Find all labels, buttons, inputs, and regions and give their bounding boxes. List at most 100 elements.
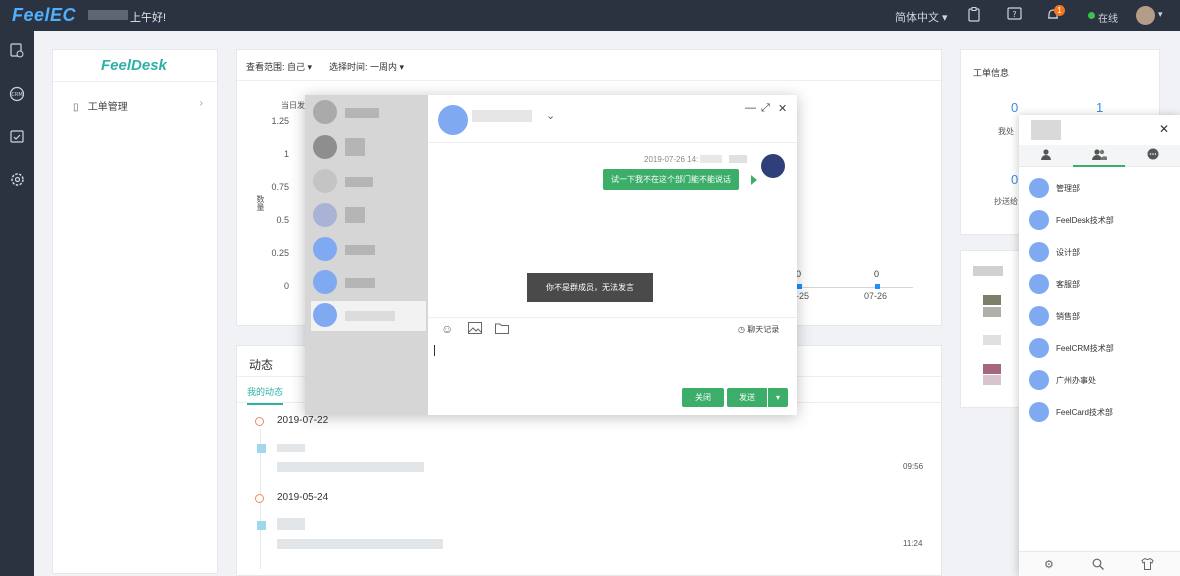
department-item[interactable]: 广州办事处	[1029, 370, 1174, 394]
entry-date: 2019-05-24	[277, 492, 329, 503]
close-icon[interactable]: ✕	[778, 102, 787, 115]
timeline-dot	[255, 494, 264, 503]
dynamics-title: 动态	[249, 358, 274, 372]
group-avatar-icon	[1029, 178, 1049, 198]
data-label: 0	[874, 269, 880, 279]
group-avatar-icon	[438, 105, 468, 135]
work-order-count[interactable]: 1	[1096, 100, 1103, 115]
entry-blurred-title	[277, 518, 305, 530]
conversation-item[interactable]	[311, 201, 426, 231]
contacts-tabs	[1019, 145, 1180, 167]
message-bubble: 试一下我不在这个部门能不能说话	[603, 169, 739, 190]
conversation-item-selected[interactable]	[311, 301, 426, 331]
chart-title: 当日发	[281, 101, 305, 110]
department-item[interactable]: FeelCard技术部	[1029, 402, 1174, 426]
image-icon[interactable]	[468, 322, 482, 337]
department-item[interactable]: 销售部	[1029, 306, 1174, 330]
notification-badge: 1	[1054, 5, 1065, 16]
work-order-count[interactable]: 0	[1011, 172, 1018, 187]
folder-icon[interactable]	[495, 322, 509, 337]
entry-marker	[257, 521, 266, 530]
minimize-icon[interactable]: —	[745, 102, 756, 114]
conversation-item[interactable]	[311, 167, 426, 197]
avatar	[313, 169, 337, 193]
group-avatar-icon	[313, 270, 337, 294]
chat-name-blurred	[472, 110, 532, 122]
message-input[interactable]	[428, 341, 797, 385]
divider	[53, 81, 217, 82]
avatar	[313, 100, 337, 124]
work-order-label: 抄送给	[994, 197, 1018, 206]
y-tick-label: 0.25	[271, 248, 289, 258]
department-item[interactable]: 客服部	[1029, 274, 1174, 298]
conversation-name-blurred	[345, 207, 365, 223]
clipboard-icon[interactable]	[966, 7, 982, 23]
conversation-name-blurred	[345, 311, 395, 321]
svg-text:?: ?	[1012, 10, 1016, 19]
crm-icon[interactable]: CRM	[8, 86, 26, 104]
divider	[237, 80, 941, 81]
send-options-caret-icon[interactable]: ▾	[768, 388, 788, 407]
emoji-icon[interactable]: ☺	[441, 322, 453, 336]
conversation-item[interactable]	[311, 133, 426, 163]
conversation-name-blurred	[345, 245, 375, 255]
work-order-title: 工单信息	[973, 68, 1010, 78]
work-order-count[interactable]: 0	[1011, 100, 1018, 115]
department-name: 客服部	[1056, 280, 1080, 289]
message-bubble-tail	[751, 175, 757, 185]
settings-icon[interactable]: ⚙	[1044, 558, 1054, 571]
conversation-item[interactable]	[311, 268, 426, 298]
blurred-block	[729, 155, 747, 163]
conversation-name-blurred	[345, 108, 379, 118]
time-filter[interactable]: 选择时间: 一周内 ▾	[329, 60, 404, 73]
settings-icon[interactable]	[8, 172, 26, 190]
chat-bubble-icon[interactable]	[1145, 148, 1161, 162]
department-item[interactable]: FeelDesk技术部	[1029, 210, 1174, 234]
data-point[interactable]	[797, 284, 802, 289]
conversation-name-blurred	[345, 177, 373, 187]
user-avatar[interactable]	[1136, 6, 1155, 25]
department-item[interactable]: 设计部	[1029, 242, 1174, 266]
conversation-item[interactable]	[311, 98, 426, 128]
entry-blurred-title	[277, 444, 305, 452]
blurred-block	[973, 266, 1003, 276]
online-status[interactable]: 在线	[1098, 10, 1118, 25]
avatar	[313, 203, 337, 227]
department-name: 设计部	[1056, 248, 1080, 257]
blurred-block	[983, 307, 1001, 317]
group-icon[interactable]	[1091, 148, 1107, 162]
help-icon[interactable]: ?	[1006, 7, 1022, 23]
department-item[interactable]: FeelCRM技术部	[1029, 338, 1174, 362]
department-item[interactable]: 管理部	[1029, 178, 1174, 202]
nav-item-ticket-management[interactable]: ▯ 工单管理 ›	[73, 98, 203, 113]
group-avatar-icon	[1029, 210, 1049, 230]
shirt-icon[interactable]	[1141, 557, 1154, 573]
chat-history-link[interactable]: ◷ 聊天记录	[738, 324, 779, 335]
blurred-block	[700, 155, 722, 163]
department-name: FeelCRM技术部	[1056, 344, 1114, 353]
entry-blurred-text	[277, 539, 443, 549]
document-icon: ▯	[73, 102, 79, 113]
scope-filter[interactable]: 查看范围: 自己 ▾	[246, 60, 312, 73]
close-icon[interactable]: ✕	[1159, 122, 1169, 136]
entry-time: 09:56	[903, 462, 924, 471]
y-axis-label: 数量	[256, 195, 265, 211]
chevron-down-icon[interactable]: ▾	[1158, 9, 1163, 20]
conversation-item[interactable]	[311, 235, 426, 265]
data-point[interactable]	[875, 284, 880, 289]
search-icon[interactable]	[1092, 558, 1104, 573]
chat-window: ⌄ — ⤢ ✕ 2019-07-26 14: 试一下我不在这个部门能不能说话 你…	[305, 95, 797, 415]
chevron-down-icon[interactable]: ⌄	[546, 109, 555, 122]
close-button[interactable]: 关闭	[682, 388, 724, 407]
svg-text:CRM: CRM	[11, 92, 22, 98]
language-select[interactable]: 简体中文 ▾	[895, 9, 948, 25]
maximize-icon[interactable]: ⤢	[761, 102, 770, 115]
person-icon[interactable]	[1038, 148, 1054, 162]
calendar-icon[interactable]	[8, 129, 26, 147]
department-name: FeelCard技术部	[1056, 408, 1113, 417]
active-tab-indicator	[1073, 165, 1125, 167]
ticket-icon[interactable]	[8, 43, 26, 61]
entry-date: 2019-07-22	[277, 415, 329, 426]
group-avatar-icon	[1029, 306, 1049, 326]
send-button[interactable]: 发送	[727, 388, 767, 407]
